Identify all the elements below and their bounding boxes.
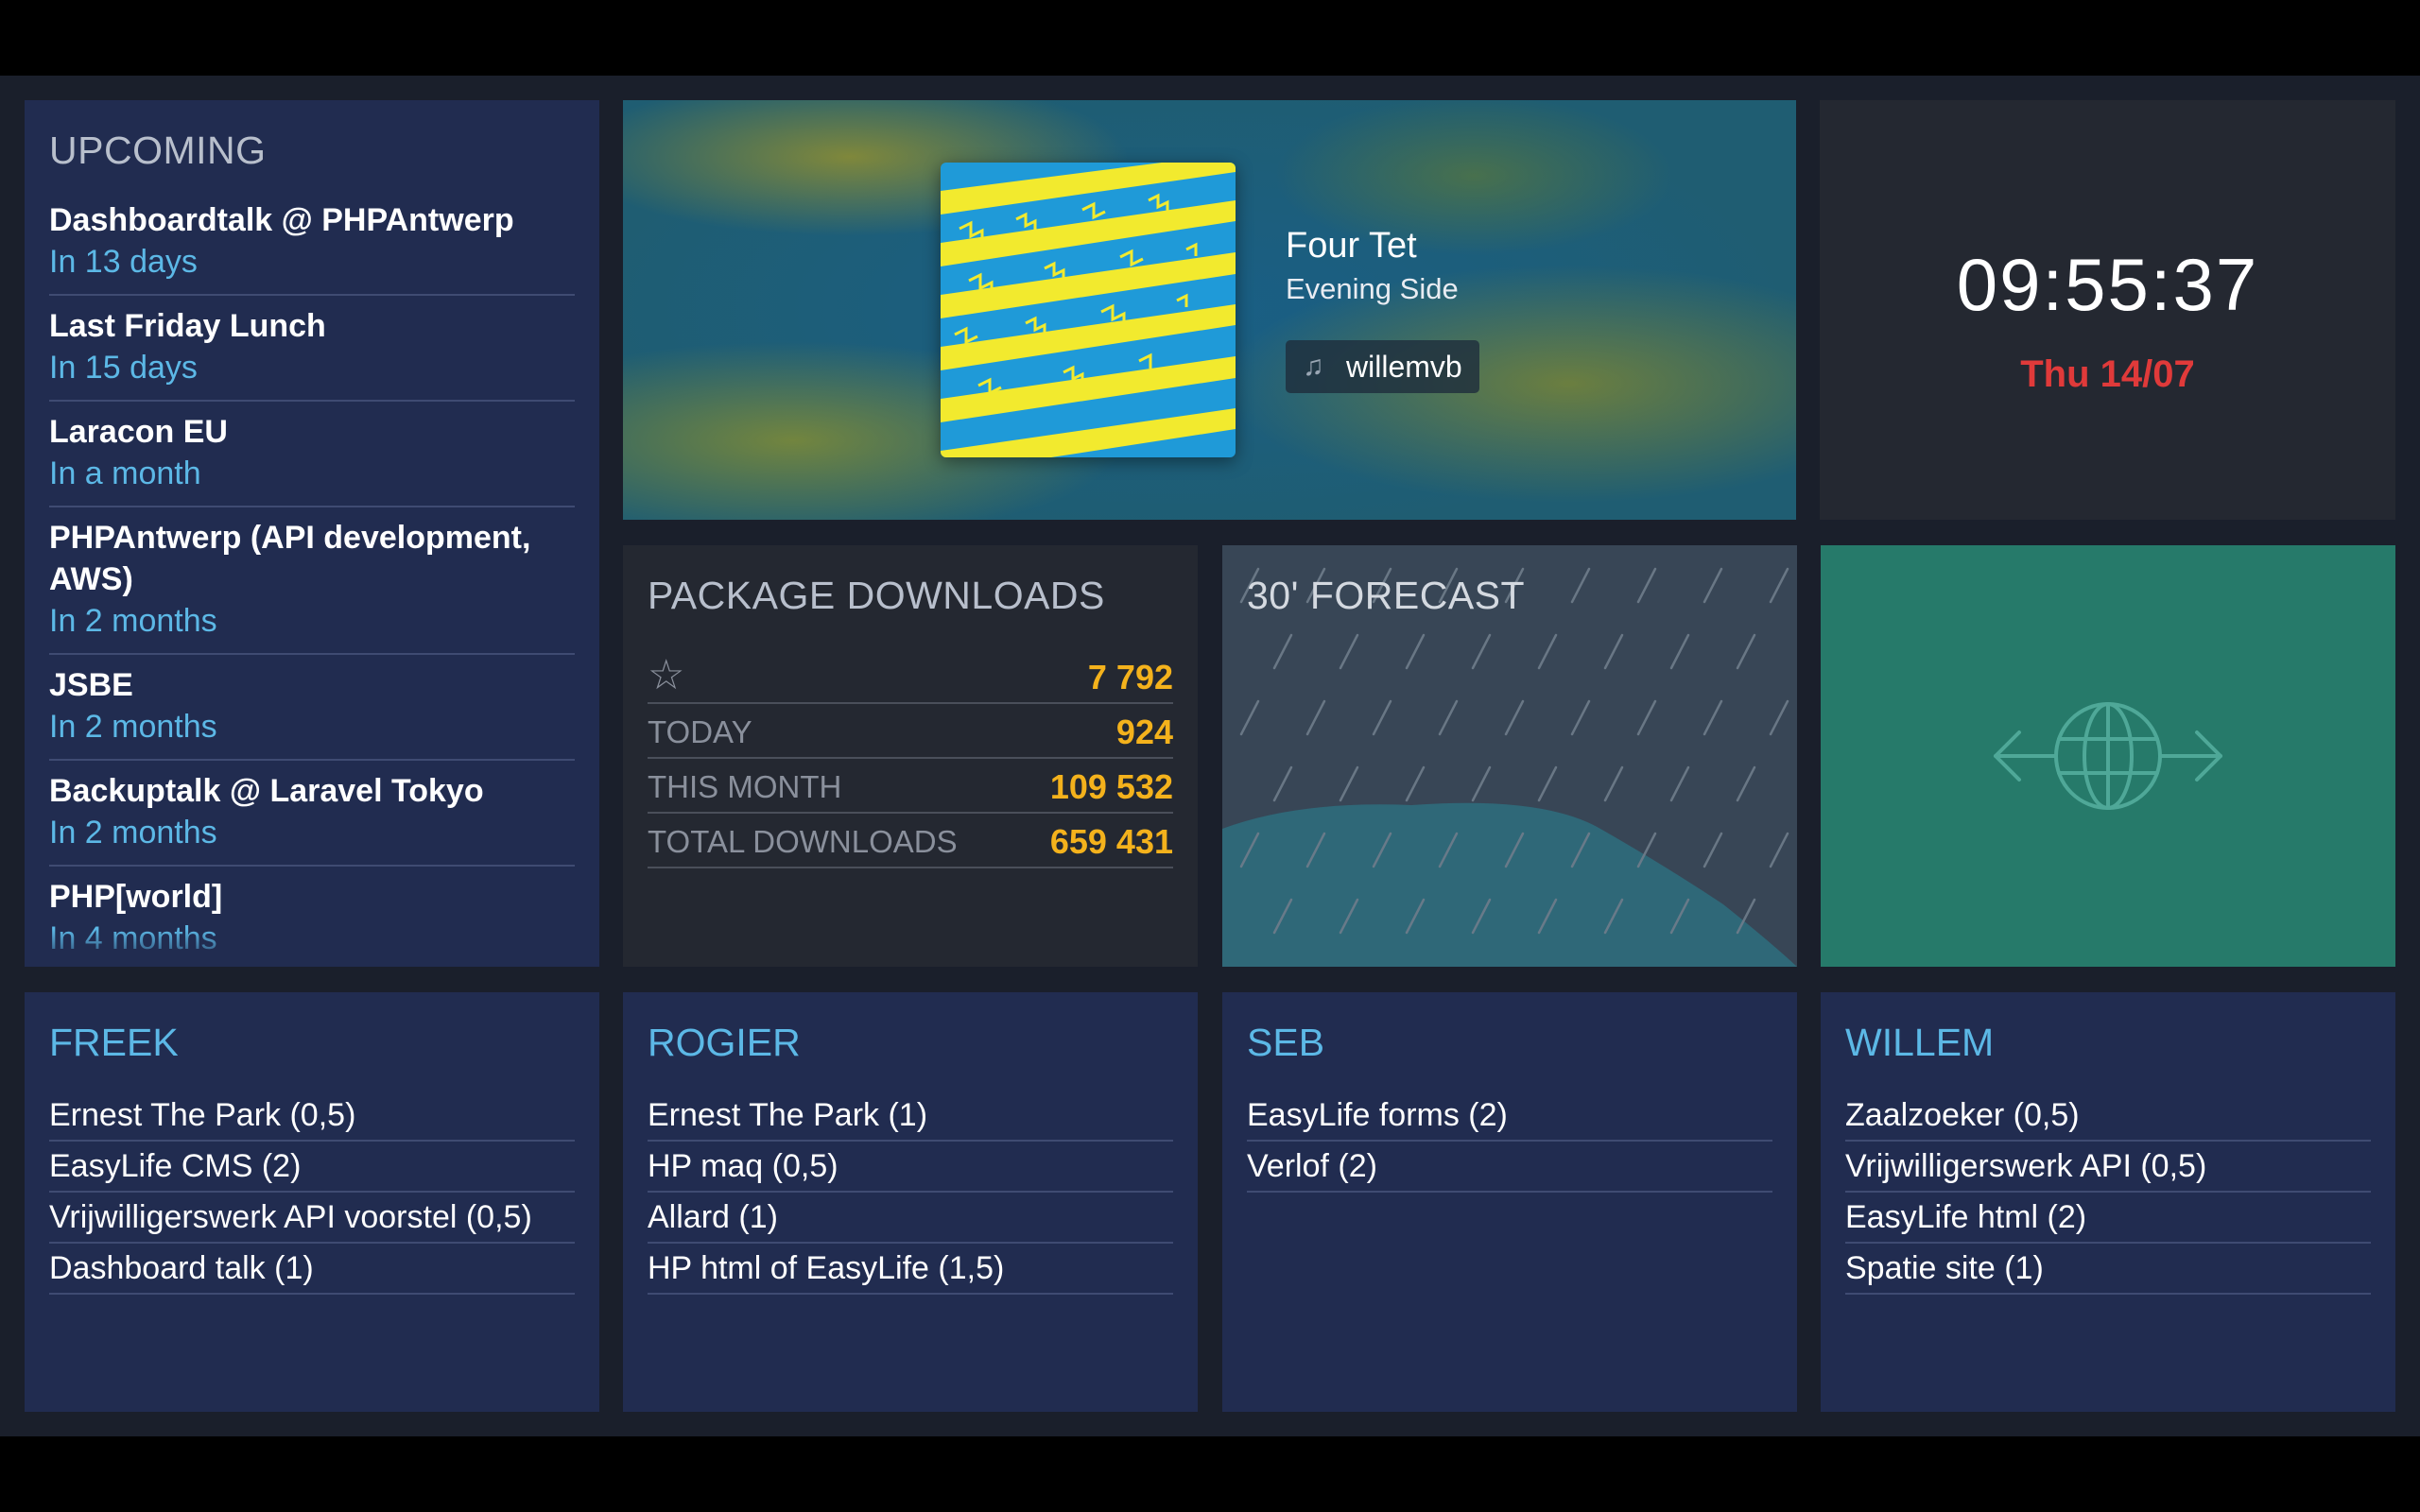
- event-when: In a month: [49, 455, 201, 491]
- list-item: EasyLife html (2): [1845, 1193, 2371, 1244]
- list-item: HP maq (0,5): [648, 1142, 1173, 1193]
- task-list: EasyLife forms (2) Verlof (2): [1247, 1091, 1772, 1193]
- team-member-name: FREEK: [49, 1021, 179, 1064]
- event-title: JSBE: [49, 667, 133, 703]
- clock-time: 09:55:37: [1956, 243, 2259, 326]
- list-item: JSBE In 2 months: [49, 655, 575, 761]
- list-item: Dashboardtalk @ PHPAntwerp In 13 days: [49, 199, 575, 296]
- event-title: PHP[world]: [49, 879, 223, 915]
- music-tile: Four Tet Evening Side ♫ willemvb: [623, 100, 1796, 520]
- table-row: ☆ 7 792: [648, 649, 1173, 704]
- table-row: THIS MONTH 109 532: [648, 759, 1173, 814]
- list-item: HP html of EasyLife (1,5): [648, 1244, 1173, 1295]
- track-artist: Four Tet: [1286, 226, 1417, 266]
- track-title: Evening Side: [1286, 272, 1459, 305]
- row-value: 924: [1115, 713, 1173, 751]
- list-item: Dashboard talk (1): [49, 1244, 575, 1295]
- list-item: Last Friday Lunch In 15 days: [49, 296, 575, 402]
- list-item: Ernest The Park (0,5): [49, 1091, 575, 1142]
- list-item: Spatie site (1): [1845, 1244, 2371, 1295]
- team-tile-rogier: ROGIER Ernest The Park (1) HP maq (0,5) …: [623, 992, 1198, 1412]
- row-value: 109 532: [1049, 767, 1173, 806]
- event-when: In 15 days: [49, 350, 198, 386]
- list-item: Verlof (2): [1247, 1142, 1772, 1193]
- clock-tile: 09:55:37 Thu 14/07: [1820, 100, 2395, 520]
- event-title: Last Friday Lunch: [49, 308, 326, 344]
- team-tile-willem: WILLEM Zaalzoeker (0,5) Vrijwilligerswer…: [1821, 992, 2395, 1412]
- upcoming-tile: UPCOMING Dashboardtalk @ PHPAntwerp In 1…: [25, 100, 599, 967]
- list-item: EasyLife forms (2): [1247, 1091, 1772, 1142]
- team-tile-freek: FREEK Ernest The Park (0,5) EasyLife CMS…: [25, 992, 599, 1412]
- list-item: Laracon EU In a month: [49, 402, 575, 507]
- album-cover: [941, 163, 1236, 457]
- list-item: Allard (1): [648, 1193, 1173, 1244]
- list-item: Zaalzoeker (0,5): [1845, 1091, 2371, 1142]
- team-member-name: SEB: [1247, 1021, 1325, 1064]
- star-icon: ☆: [648, 652, 685, 698]
- forecast-title: 30' FORECAST: [1247, 574, 1526, 617]
- event-title: Backuptalk @ Laravel Tokyo: [49, 773, 484, 809]
- listener-name: willemvb: [1346, 350, 1462, 384]
- upcoming-title: UPCOMING: [49, 129, 267, 172]
- row-value: 659 431: [1049, 822, 1173, 861]
- list-item: Ernest The Park (1): [648, 1091, 1173, 1142]
- list-item: PHPAntwerp (API development, AWS) In 2 m…: [49, 507, 575, 655]
- dashboard: UPCOMING Dashboardtalk @ PHPAntwerp In 1…: [0, 76, 2420, 1436]
- downloads-table: ☆ 7 792 TODAY 924 THIS MONTH 109 532 TOT…: [648, 649, 1173, 868]
- listener-badge: ♫ willemvb: [1286, 340, 1479, 393]
- event-title: Laracon EU: [49, 414, 228, 450]
- upcoming-list: Dashboardtalk @ PHPAntwerp In 13 days La…: [49, 199, 575, 967]
- package-downloads-tile: PACKAGE DOWNLOADS ☆ 7 792 TODAY 924 THIS…: [623, 545, 1198, 967]
- stars-count: 7 792: [1087, 658, 1173, 696]
- team-member-name: WILLEM: [1845, 1021, 1995, 1064]
- row-label: TODAY: [648, 714, 752, 749]
- task-list: Ernest The Park (0,5) EasyLife CMS (2) V…: [49, 1091, 575, 1295]
- list-fade: [25, 929, 599, 967]
- list-item: Vrijwilligerswerk API voorstel (0,5): [49, 1193, 575, 1244]
- event-when: In 2 months: [49, 815, 217, 850]
- list-item: Backuptalk @ Laravel Tokyo In 2 months: [49, 761, 575, 867]
- event-title: PHPAntwerp (API development, AWS): [49, 520, 531, 597]
- task-list: Ernest The Park (1) HP maq (0,5) Allard …: [648, 1091, 1173, 1295]
- table-row: TOTAL DOWNLOADS 659 431: [648, 814, 1173, 868]
- event-title: Dashboardtalk @ PHPAntwerp: [49, 202, 514, 238]
- row-label: THIS MONTH: [648, 769, 842, 804]
- event-when: In 2 months: [49, 603, 217, 639]
- globe-arrows-icon: [1994, 702, 2222, 810]
- table-row: TODAY 924: [648, 704, 1173, 759]
- internet-status-tile: [1821, 545, 2395, 967]
- row-label: TOTAL DOWNLOADS: [648, 824, 958, 859]
- forecast-tile: 30' FORECAST: [1222, 545, 1797, 967]
- album-art-image: [941, 163, 1236, 457]
- package-downloads-title: PACKAGE DOWNLOADS: [648, 574, 1105, 617]
- event-when: In 13 days: [49, 244, 198, 280]
- list-item: Vrijwilligerswerk API (0,5): [1845, 1142, 2371, 1193]
- task-list: Zaalzoeker (0,5) Vrijwilligerswerk API (…: [1845, 1091, 2371, 1295]
- team-tile-seb: SEB EasyLife forms (2) Verlof (2): [1222, 992, 1797, 1412]
- list-item: EasyLife CMS (2): [49, 1142, 575, 1193]
- event-when: In 2 months: [49, 709, 217, 745]
- team-member-name: ROGIER: [648, 1021, 801, 1064]
- clock-date: Thu 14/07: [2020, 353, 2195, 395]
- music-note-icon: ♫: [1303, 351, 1324, 382]
